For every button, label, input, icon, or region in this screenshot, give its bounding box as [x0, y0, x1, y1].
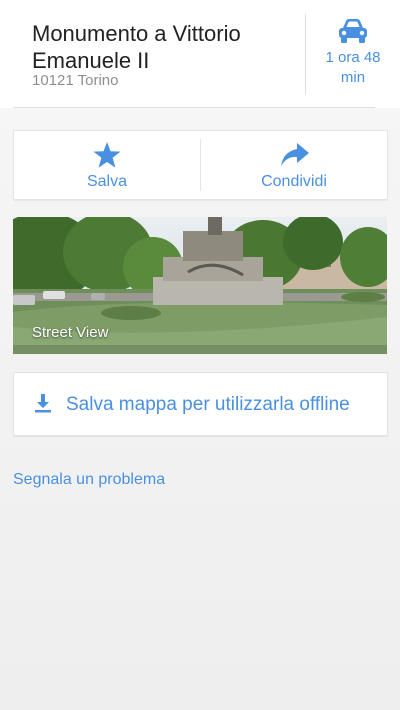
travel-time: 1 ora 48 min — [325, 49, 381, 86]
share-label: Condividi — [261, 173, 327, 190]
download-icon — [35, 394, 51, 413]
save-label: Salva — [86, 173, 128, 190]
place-address: 10121 Torino — [32, 72, 119, 89]
report-problem-link[interactable]: Segnala un problema — [13, 471, 165, 489]
share-button[interactable]: Condividi — [201, 131, 387, 199]
star-icon — [93, 142, 121, 168]
car-icon — [339, 19, 367, 43]
street-view-label: Street View — [32, 324, 109, 341]
save-offline-map-label: Salva mappa per utilizzarla offline — [66, 394, 350, 415]
street-view-thumbnail[interactable]: Street View — [13, 217, 387, 354]
header-divider — [13, 107, 375, 108]
place-header: Monumento a Vittorio Emanuele II 10121 T… — [0, 0, 400, 108]
place-title: Monumento a Vittorio Emanuele II — [32, 21, 241, 73]
directions-button[interactable]: 1 ora 48 min — [306, 14, 400, 94]
save-button[interactable]: Salva — [14, 131, 200, 199]
share-arrow-icon — [281, 143, 309, 166]
action-bar: Salva Condividi — [13, 130, 388, 200]
save-offline-map-button[interactable]: Salva mappa per utilizzarla offline — [13, 372, 388, 436]
